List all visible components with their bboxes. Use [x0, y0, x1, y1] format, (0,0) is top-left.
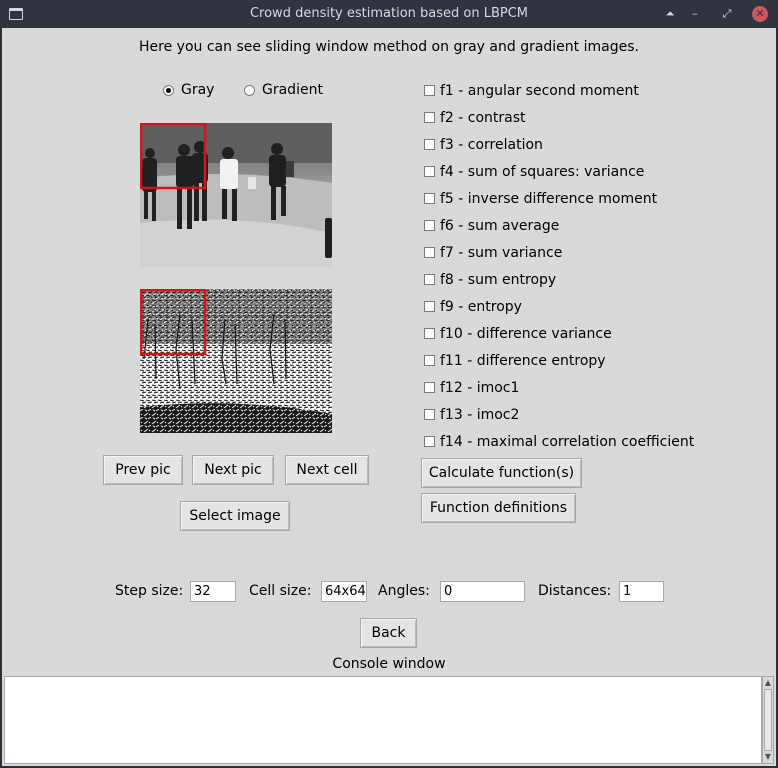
checkbox-icon[interactable]: [424, 382, 435, 393]
feature-checkbox-f11[interactable]: f11 - difference entropy: [424, 347, 694, 374]
feature-checkbox-f14[interactable]: f14 - maximal correlation coefficient: [424, 428, 694, 455]
feature-checkbox-f3[interactable]: f3 - correlation: [424, 131, 694, 158]
feature-label: f3 - correlation: [440, 136, 543, 153]
feature-checkbox-f9[interactable]: f9 - entropy: [424, 293, 694, 320]
feature-checkbox-f5[interactable]: f5 - inverse difference moment: [424, 185, 694, 212]
checkbox-icon[interactable]: [424, 220, 435, 231]
distances-label: Distances:: [538, 583, 612, 599]
next-pic-button[interactable]: Next pic: [192, 455, 274, 485]
feature-label: f6 - sum average: [440, 217, 560, 234]
feature-checkbox-f1[interactable]: f1 - angular second moment: [424, 77, 694, 104]
next-cell-button[interactable]: Next cell: [285, 455, 369, 485]
radio-gray[interactable]: Gray: [163, 82, 214, 98]
checkbox-icon[interactable]: [424, 247, 435, 258]
checkbox-icon[interactable]: [424, 112, 435, 123]
select-image-button[interactable]: Select image: [180, 501, 290, 531]
shade-window-icon[interactable]: ⏶: [662, 6, 678, 22]
feature-checkbox-f13[interactable]: f13 - imoc2: [424, 401, 694, 428]
feature-checkbox-f7[interactable]: f7 - sum variance: [424, 239, 694, 266]
gradient-image: [140, 289, 332, 433]
page-heading: Here you can see sliding window method o…: [139, 39, 639, 55]
radio-indicator-gray[interactable]: [163, 84, 174, 96]
feature-label: f5 - inverse difference moment: [440, 190, 658, 207]
cell-size-label: Cell size:: [249, 583, 312, 599]
feature-label: f13 - imoc2: [440, 406, 520, 423]
back-button[interactable]: Back: [360, 618, 417, 648]
scroll-thumb[interactable]: [764, 689, 772, 751]
feature-checkbox-f6[interactable]: f6 - sum average: [424, 212, 694, 239]
angles-label: Angles:: [378, 583, 430, 599]
feature-label: f12 - imoc1: [440, 379, 520, 396]
feature-checkbox-f10[interactable]: f10 - difference variance: [424, 320, 694, 347]
feature-checkbox-f8[interactable]: f8 - sum entropy: [424, 266, 694, 293]
maximize-window-icon[interactable]: ⤢: [719, 6, 735, 22]
scroll-down-icon[interactable]: ▼: [764, 752, 772, 762]
radio-gradient[interactable]: Gradient: [244, 82, 323, 98]
checkbox-icon[interactable]: [424, 355, 435, 366]
main-content: Here you can see sliding window method o…: [2, 28, 776, 766]
angles-input[interactable]: 0: [440, 581, 525, 602]
gray-image-graphic: [140, 123, 332, 267]
feature-label: f10 - difference variance: [440, 325, 612, 342]
cell-size-input[interactable]: 64x64: [321, 581, 367, 602]
checkbox-icon[interactable]: [424, 328, 435, 339]
distances-input[interactable]: 1: [619, 581, 664, 602]
console-scrollbar[interactable]: ▲ ▼: [762, 676, 774, 764]
checkbox-icon[interactable]: [424, 166, 435, 177]
feature-checkbox-f12[interactable]: f12 - imoc1: [424, 374, 694, 401]
checkbox-icon[interactable]: [424, 301, 435, 312]
minimize-window-icon[interactable]: –: [687, 6, 703, 22]
feature-label: f1 - angular second moment: [440, 82, 639, 99]
feature-label: f7 - sum variance: [440, 244, 563, 261]
feature-checkbox-f4[interactable]: f4 - sum of squares: variance: [424, 158, 694, 185]
calculate-functions-button[interactable]: Calculate function(s): [421, 458, 582, 488]
function-definitions-button[interactable]: Function definitions: [421, 493, 576, 523]
checkbox-icon[interactable]: [424, 409, 435, 420]
title-bar: Crowd density estimation based on LBPCM …: [0, 0, 778, 28]
gray-image: [140, 123, 332, 267]
step-size-input[interactable]: 32: [190, 581, 236, 602]
feature-list: f1 - angular second moment f2 - contrast f…: [424, 77, 694, 455]
checkbox-icon[interactable]: [424, 85, 435, 96]
feature-label: f4 - sum of squares: variance: [440, 163, 645, 180]
console-label: Console window: [332, 656, 446, 672]
radio-gray-label: Gray: [181, 82, 215, 98]
checkbox-icon[interactable]: [424, 139, 435, 150]
console-window[interactable]: [4, 676, 762, 764]
checkbox-icon[interactable]: [424, 274, 435, 285]
checkbox-icon[interactable]: [424, 193, 435, 204]
gradient-image-graphic: [140, 289, 332, 433]
feature-checkbox-f2[interactable]: f2 - contrast: [424, 104, 694, 131]
step-size-label: Step size:: [115, 583, 184, 599]
feature-label: f8 - sum entropy: [440, 271, 557, 288]
feature-label: f11 - difference entropy: [440, 352, 606, 369]
feature-label: f14 - maximal correlation coefficient: [440, 433, 695, 450]
radio-indicator-gradient[interactable]: [244, 84, 255, 96]
checkbox-icon[interactable]: [424, 436, 435, 447]
prev-pic-button[interactable]: Prev pic: [103, 455, 183, 485]
feature-label: f2 - contrast: [440, 109, 526, 126]
close-window-icon[interactable]: ✕: [752, 6, 768, 22]
scroll-up-icon[interactable]: ▲: [764, 678, 772, 688]
radio-gradient-label: Gradient: [262, 82, 323, 98]
feature-label: f9 - entropy: [440, 298, 522, 315]
